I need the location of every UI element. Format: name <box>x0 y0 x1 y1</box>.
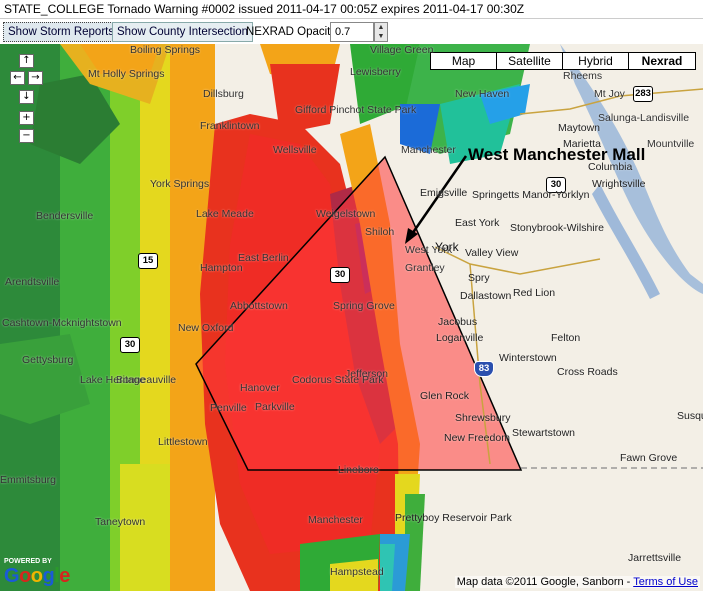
powered-by-label: POWERED BY <box>4 558 52 565</box>
town-label: Salunga-Landisville <box>598 112 690 124</box>
town-label: Cross Roads <box>557 366 618 378</box>
town-label: Dallastown <box>460 290 512 302</box>
town-label: Codorus State Park <box>292 374 384 386</box>
town-label: Hampstead <box>330 566 384 578</box>
town-label: Prettyboy Reservoir Park <box>395 512 512 524</box>
town-label: Abbottstown <box>230 300 288 312</box>
town-label: Hanover <box>240 382 280 394</box>
town-label: Jarrettsville <box>628 552 682 564</box>
terms-of-use-link[interactable]: Terms of Use <box>633 576 698 588</box>
town-label: Valley View <box>465 247 519 259</box>
town-label: Franklintown <box>200 120 260 132</box>
town-label: Shiloh <box>365 226 395 238</box>
zoom-in-button[interactable]: + <box>19 111 34 125</box>
town-label: Wellsville <box>273 144 317 156</box>
town-label: Red Lion <box>513 287 556 299</box>
spin-up-icon[interactable]: ▲ <box>375 23 387 32</box>
town-label: Glen Rock <box>420 390 470 402</box>
town-label: Emmitsburg <box>0 474 57 486</box>
map-copyright: Map data ©2011 Google, Sanborn - Terms o… <box>454 576 700 588</box>
pan-left-button[interactable]: ← <box>10 71 25 85</box>
town-label: Mt Joy <box>594 88 625 100</box>
map-type-map[interactable]: Map <box>430 52 497 70</box>
toolbar: Show Storm Reports Show County Intersect… <box>0 18 703 45</box>
pan-down-button[interactable]: ↓ <box>19 90 34 104</box>
town-label: Susquehanna <box>677 410 703 422</box>
map-type-hybrid[interactable]: Hybrid <box>562 52 629 70</box>
show-storm-reports-button[interactable]: Show Storm Reports <box>3 22 120 42</box>
town-label: Weigelstown <box>316 208 376 220</box>
interstate-shield-83: 83 <box>474 361 494 377</box>
town-label: York Springs <box>150 178 210 190</box>
town-label: Lewisberry <box>350 66 401 78</box>
town-label: Rheems <box>563 70 603 82</box>
route-shield-283: 283 <box>633 86 653 102</box>
town-label: New Oxford <box>178 322 234 334</box>
town-label: East Berlin <box>238 252 289 264</box>
nexrad-opacity-input[interactable] <box>330 22 374 42</box>
town-label: Gettysburg <box>22 354 74 366</box>
town-label: Hampton <box>200 262 243 274</box>
town-label: Boiling Springs <box>130 44 201 56</box>
google-logo[interactable]: Google <box>4 565 70 588</box>
route-shield-30-west: 30 <box>120 337 140 353</box>
opacity-spinner[interactable]: ▲ ▼ <box>374 22 388 42</box>
town-label: Spring Grove <box>333 300 395 312</box>
town-label: Maytown <box>558 122 601 134</box>
town-label: Bendersville <box>36 210 94 222</box>
town-label: Fawn Grove <box>620 452 678 464</box>
town-label: Felton <box>551 332 581 344</box>
town-label: Stewartstown <box>512 427 576 439</box>
pan-right-button[interactable]: → <box>28 71 43 85</box>
town-label: East York <box>455 217 500 229</box>
town-label: New Haven <box>455 88 510 100</box>
town-label: Dillsburg <box>203 88 244 100</box>
town-label: Stonybrook-Wilshire <box>510 222 604 234</box>
show-county-intersection-button[interactable]: Show County Intersection <box>112 22 254 42</box>
town-label: New Freedom <box>444 432 510 444</box>
town-label: Lake Heritage <box>80 374 146 386</box>
map-type-satellite[interactable]: Satellite <box>496 52 563 70</box>
route-shield-15: 15 <box>138 253 158 269</box>
town-label: Penville <box>210 402 247 414</box>
town-label: Winterstown <box>499 352 557 364</box>
town-label: Spry <box>468 272 490 284</box>
town-label: Grantley <box>405 262 445 274</box>
warning-title: STATE_COLLEGE Tornado Warning #0002 issu… <box>0 0 703 18</box>
town-label: Littlestown <box>158 436 208 448</box>
town-label: Cashtown-Mcknightstown <box>2 317 122 329</box>
town-label: Springetts Manor-Yorklyn <box>472 189 590 201</box>
town-label: Shrewsbury <box>455 412 511 424</box>
town-label: Manchester <box>401 144 456 156</box>
town-label: Lake Meade <box>196 208 254 220</box>
town-label: Gifford Pinchot State Park <box>295 104 417 116</box>
zoom-out-button[interactable]: − <box>19 129 34 143</box>
town-label: Loganville <box>436 332 484 344</box>
pan-up-button[interactable]: ↑ <box>19 54 34 68</box>
map-view[interactable]: ↑ ← → ↓ + − Map Satellite Hybrid Nexrad … <box>0 44 703 591</box>
town-label: Village Green <box>370 44 434 56</box>
town-label: Mountville <box>647 138 695 150</box>
map-type-nexrad[interactable]: Nexrad <box>628 52 696 70</box>
town-label: Emigsville <box>420 187 468 199</box>
town-label: Taneytown <box>95 516 146 528</box>
copyright-text: Map data ©2011 Google, Sanborn - <box>456 576 634 588</box>
town-label: Arendtsville <box>5 276 60 288</box>
west-manchester-mall-annotation: West Manchester Mall <box>468 145 646 164</box>
town-label: Mt Holly Springs <box>88 68 165 80</box>
route-shield-30-mid: 30 <box>330 267 350 283</box>
nexrad-opacity-label: NEXRAD Opacity <box>246 26 337 38</box>
town-label: Manchester <box>308 514 363 526</box>
town-label: Parkville <box>255 401 295 413</box>
town-label: Wrightsville <box>592 178 646 190</box>
town-label: York <box>435 240 459 254</box>
town-label: Jacobus <box>438 316 478 328</box>
town-label: Lineboro <box>338 464 379 476</box>
spin-down-icon[interactable]: ▼ <box>375 32 387 41</box>
